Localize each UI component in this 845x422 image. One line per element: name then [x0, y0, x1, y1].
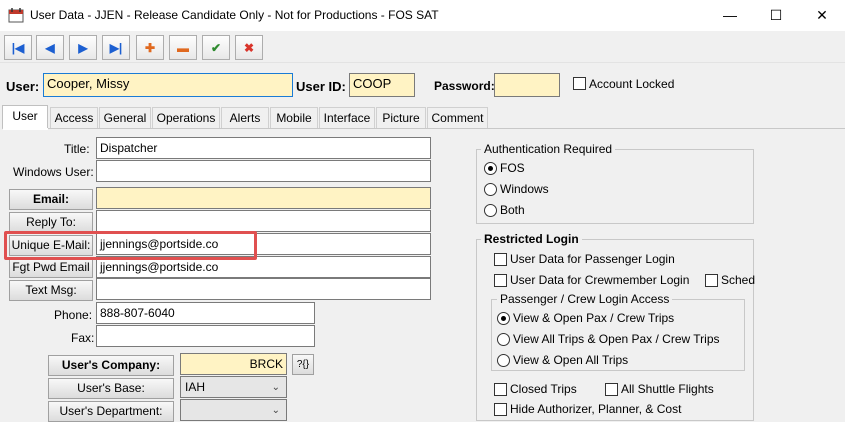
forgot-password-email-button[interactable]: Fgt Pwd Email [9, 257, 93, 278]
minus-icon: ▬ [177, 40, 189, 55]
login-access-title: Passenger / Crew Login Access [497, 292, 673, 306]
user-name-field[interactable]: Cooper, Missy [43, 73, 293, 97]
fax-field[interactable] [96, 325, 315, 347]
window-title: User Data - JJEN - Release Candidate Onl… [30, 8, 439, 22]
title-label: Title: [64, 142, 90, 156]
highlight-box [4, 231, 257, 260]
all-shuttle-flights-checkbox[interactable] [605, 383, 618, 396]
user-label: User: [6, 79, 40, 94]
account-locked-checkbox[interactable] [573, 77, 586, 90]
previous-icon: ◀ [45, 40, 55, 55]
tab-picture[interactable]: Picture [376, 107, 426, 128]
access-view-all-open-pax-radio[interactable] [497, 333, 510, 346]
windows-user-field[interactable] [96, 160, 431, 182]
password-field[interactable] [494, 73, 560, 97]
x-icon: ✖ [243, 40, 255, 55]
crewmember-login-label: User Data for Crewmember Login [510, 273, 690, 287]
last-record-button[interactable]: ▶| [102, 35, 130, 60]
maximize-button[interactable]: ☐ [753, 0, 799, 31]
tab-mobile[interactable]: Mobile [270, 107, 318, 128]
plus-icon: ✚ [144, 40, 156, 55]
tab-interface[interactable]: Interface [319, 107, 375, 128]
access-open-pax-crew-label: View & Open Pax / Crew Trips [513, 311, 675, 325]
chevron-down-icon: ⌄ [271, 382, 280, 393]
restricted-login-title: Restricted Login [481, 232, 582, 246]
access-open-all-radio[interactable] [497, 354, 510, 367]
windows-user-label: Windows User: [13, 165, 94, 179]
reply-to-field[interactable] [96, 210, 431, 232]
auth-fos-label: FOS [500, 161, 525, 175]
checkmark-icon: ✔ [210, 40, 222, 55]
last-icon: ▶| [109, 40, 123, 55]
close-button[interactable]: ✕ [799, 0, 845, 31]
first-icon: |◀ [11, 40, 25, 55]
auth-fos-radio[interactable] [484, 162, 497, 175]
sched-label: Sched [721, 273, 756, 287]
phone-field[interactable]: 888-807-6040 [96, 302, 315, 324]
users-base-button[interactable]: User's Base: [48, 378, 174, 399]
authentication-group-title: Authentication Required [481, 142, 616, 156]
user-id-field[interactable]: COOP [349, 73, 415, 97]
tab-alerts[interactable]: Alerts [221, 107, 269, 128]
access-open-pax-crew-radio[interactable] [497, 312, 510, 325]
auth-windows-radio[interactable] [484, 183, 497, 196]
next-icon: ▶ [78, 40, 88, 55]
email-button[interactable]: Email: [9, 189, 93, 210]
phone-label: Phone: [54, 308, 93, 322]
minimize-button[interactable]: — [707, 0, 753, 31]
text-msg-button[interactable]: Text Msg: [9, 280, 93, 301]
tab-access[interactable]: Access [50, 107, 98, 128]
users-department-select[interactable]: ⌄ [180, 399, 287, 421]
password-label: Password: [434, 79, 495, 93]
tab-operations[interactable]: Operations [152, 107, 220, 128]
auth-both-radio[interactable] [484, 204, 497, 217]
all-shuttle-flights-label: All Shuttle Flights [621, 382, 714, 396]
next-record-button[interactable]: ▶ [69, 35, 97, 60]
crewmember-login-checkbox[interactable] [494, 274, 507, 287]
access-open-all-label: View & Open All Trips [513, 353, 629, 367]
users-company-field[interactable]: BRCK [180, 353, 287, 375]
passenger-login-label: User Data for Passenger Login [510, 252, 675, 266]
first-record-button[interactable]: |◀ [4, 35, 32, 60]
email-field[interactable] [96, 187, 431, 209]
access-view-all-open-pax-label: View All Trips & Open Pax / Crew Trips [513, 332, 720, 346]
app-calendar-icon [8, 8, 24, 23]
users-department-button[interactable]: User's Department: [48, 401, 174, 422]
users-base-value: IAH [185, 380, 206, 394]
auth-both-label: Both [500, 203, 525, 217]
hide-authorizer-checkbox[interactable] [494, 403, 507, 416]
tab-general[interactable]: General [99, 107, 151, 128]
user-id-label: User ID: [296, 79, 346, 94]
add-record-button[interactable]: ✚ [136, 35, 164, 60]
cancel-button[interactable]: ✖ [235, 35, 263, 60]
users-company-button[interactable]: User's Company: [48, 355, 174, 376]
auth-windows-label: Windows [500, 182, 549, 196]
passenger-login-checkbox[interactable] [494, 253, 507, 266]
title-field[interactable]: Dispatcher [96, 137, 431, 159]
users-base-select[interactable]: IAH ⌄ [180, 376, 287, 398]
text-msg-field[interactable] [96, 278, 431, 300]
delete-record-button[interactable]: ▬ [169, 35, 197, 60]
tab-comment[interactable]: Comment [427, 107, 488, 128]
closed-trips-label: Closed Trips [510, 382, 577, 396]
tab-user[interactable]: User [2, 105, 48, 129]
chevron-down-icon: ⌄ [271, 405, 280, 416]
hide-authorizer-label: Hide Authorizer, Planner, & Cost [510, 402, 682, 416]
company-lookup-button[interactable]: ?{} [292, 354, 314, 375]
closed-trips-checkbox[interactable] [494, 383, 507, 396]
save-button[interactable]: ✔ [202, 35, 230, 60]
fax-label: Fax: [71, 331, 95, 345]
sched-checkbox[interactable] [705, 274, 718, 287]
reply-to-button[interactable]: Reply To: [9, 212, 93, 233]
account-locked-label: Account Locked [589, 77, 675, 91]
previous-record-button[interactable]: ◀ [36, 35, 64, 60]
